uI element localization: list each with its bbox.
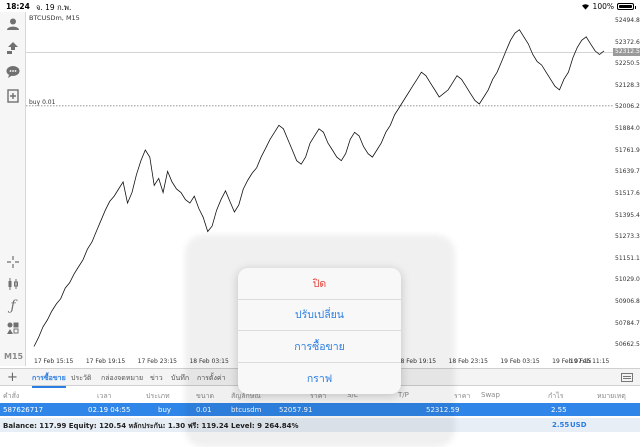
col-profit[interactable]: กำไร xyxy=(548,391,563,402)
account-icon[interactable] xyxy=(5,16,21,32)
tab-trade[interactable]: การซื้อขาย xyxy=(32,373,66,388)
tab-mailbox[interactable]: กล่องจดหมาย xyxy=(101,373,143,384)
indicators-icon[interactable]: ƒ xyxy=(5,298,21,314)
battery-percent: 100% xyxy=(592,2,614,11)
wifi-icon xyxy=(581,4,589,10)
currency-label: USD xyxy=(570,421,587,429)
col-type[interactable]: ประเภท xyxy=(146,391,170,402)
row-order: 587626717 xyxy=(3,406,44,414)
new-document-icon[interactable] xyxy=(5,88,21,104)
price-tick-label: 51151.15 xyxy=(615,254,640,262)
status-right: 100% xyxy=(581,2,636,11)
price-tick-label: 50784.70 xyxy=(615,319,640,327)
time-tick-label: 19 Feb 03:15 xyxy=(500,358,540,365)
tab-news[interactable]: ข่าว xyxy=(150,373,163,384)
time-tick-label: 17 Feb 19:15 xyxy=(85,358,126,365)
status-bar: 18:24 จ. 19 ก.พ. 100% xyxy=(0,0,640,12)
menu-close-position[interactable]: ปิด xyxy=(238,268,401,300)
time-tick-label: 19 Feb 11:15 xyxy=(570,358,610,365)
time-tick-label: 17 Feb 15:15 xyxy=(34,358,74,365)
price-tick-label: 52250.50 xyxy=(615,60,640,68)
menu-trade[interactable]: การซื้อขาย xyxy=(238,331,401,363)
row-time: 02.19 04:55 xyxy=(88,406,131,414)
collapse-panel-icon[interactable] xyxy=(621,373,633,382)
price-tick-label: 51395.45 xyxy=(615,211,640,219)
time-tick-label: 17 Feb 23:15 xyxy=(137,358,177,365)
battery-icon xyxy=(617,3,636,10)
current-price-tag: 52312.59 xyxy=(613,48,640,57)
menu-chart[interactable]: กราฟ xyxy=(238,363,401,395)
col-time[interactable]: เวลา xyxy=(97,391,112,402)
col-swap[interactable]: Swap xyxy=(481,391,500,399)
price-tick-label: 51639.75 xyxy=(615,168,640,176)
total-profit: 2.55 xyxy=(552,421,570,429)
price-tick-label: 52006.20 xyxy=(615,103,640,111)
price-tick-label: 51029.00 xyxy=(615,276,640,284)
col-price-current[interactable]: ราคา xyxy=(454,391,470,402)
price-tick-label: 51517.60 xyxy=(615,189,640,197)
price-axis: 52494.80 52372.65 52250.50 52128.35 52006.20… xyxy=(613,12,640,366)
price-tick-label: 51884.05 xyxy=(615,125,640,133)
price-tick-label: 50906.85 xyxy=(615,298,640,306)
status-time: 18:24 xyxy=(6,2,30,11)
row-type: buy xyxy=(158,406,172,414)
row-profit: 2.55 xyxy=(551,406,567,414)
trade-icon[interactable] xyxy=(5,40,21,56)
price-tick-label: 51761.90 xyxy=(615,146,640,154)
add-icon[interactable]: + xyxy=(7,370,18,385)
objects-icon[interactable] xyxy=(5,320,21,336)
price-tick-label: 52494.80 xyxy=(615,16,640,24)
price-tick-label: 52372.65 xyxy=(615,38,640,46)
timeframe-button[interactable]: M15 xyxy=(4,352,23,361)
left-toolbar: ƒ M15 xyxy=(0,12,26,366)
context-menu: ปิด ปรับเปลี่ยน การซื้อขาย กราฟ xyxy=(238,268,401,394)
price-tick-label: 50662.55 xyxy=(615,341,640,349)
menu-modify-position[interactable]: ปรับเปลี่ยน xyxy=(238,300,401,331)
candlestick-icon[interactable] xyxy=(5,276,21,292)
col-order[interactable]: คำสั่ง xyxy=(3,391,19,402)
col-comment[interactable]: หมายเหตุ xyxy=(597,391,626,402)
order-line-label: buy 0.01 xyxy=(29,99,56,106)
price-tick-label: 52128.35 xyxy=(615,81,640,89)
price-tick-label: 51273.30 xyxy=(615,233,640,241)
crosshair-icon[interactable] xyxy=(5,254,21,270)
chat-icon[interactable] xyxy=(5,64,21,80)
tab-history[interactable]: ประวัติ xyxy=(71,373,91,384)
chart-symbol-label: BTCUSDm, M15 xyxy=(29,14,80,22)
